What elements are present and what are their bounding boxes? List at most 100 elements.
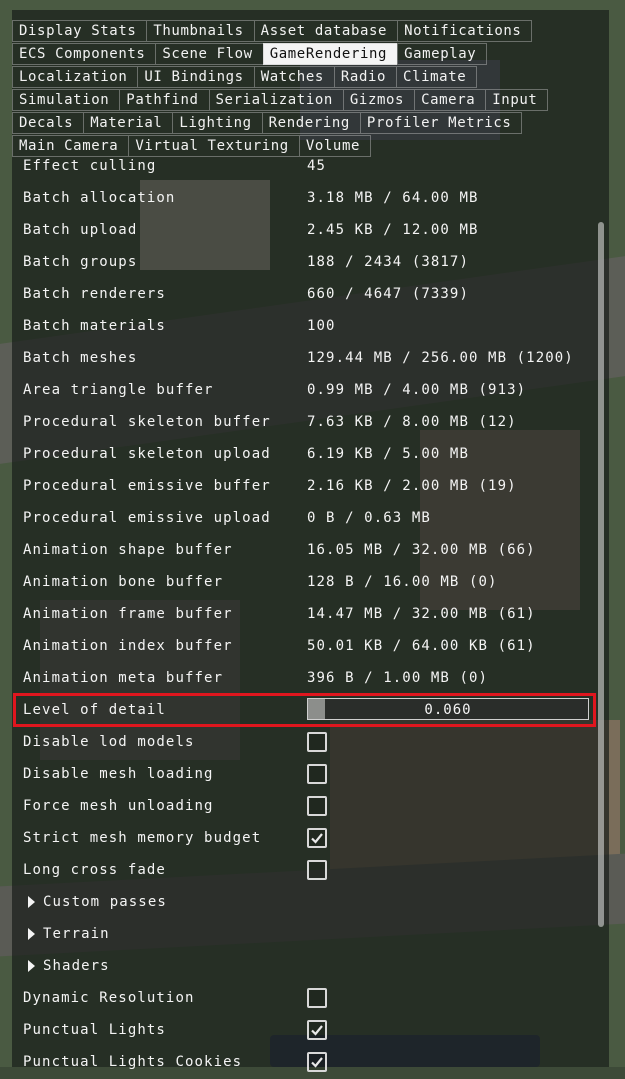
stat-label: Area triangle buffer (23, 382, 214, 398)
stat-value: 396 B / 1.00 MB (0) (307, 670, 489, 686)
tab-gizmos[interactable]: Gizmos (342, 89, 415, 111)
stat-row: Procedural skeleton upload 6.19 KB / 5.00… (12, 439, 595, 471)
dynamic-resolution-checkbox[interactable] (307, 988, 327, 1008)
chevron-right-icon (28, 896, 35, 908)
punctual-lights-cookies-checkbox[interactable] (307, 1052, 327, 1072)
stat-label: Animation bone buffer (23, 574, 224, 590)
tab-rendering[interactable]: Rendering (261, 112, 360, 134)
tab-material[interactable]: Material (83, 112, 173, 134)
stat-row: Batch meshes 129.44 MB / 256.00 MB (1200) (12, 343, 595, 375)
tab-thumbnails[interactable]: Thumbnails (146, 20, 254, 42)
stat-label: Animation frame buffer (23, 606, 233, 622)
stat-row: Batch allocation 3.18 MB / 64.00 MB (12, 183, 595, 215)
chevron-right-icon (28, 928, 35, 940)
tab-camera[interactable]: Camera (414, 89, 486, 111)
force-mesh-unloading-checkbox[interactable] (307, 796, 327, 816)
tab-localization[interactable]: Localization (12, 66, 138, 88)
stat-value: 0.99 MB / 4.00 MB (913) (307, 382, 527, 398)
stat-label: Procedural emissive buffer (23, 478, 271, 494)
foldout-custom-passes[interactable]: Custom passes (12, 887, 595, 919)
tab-pathfind[interactable]: Pathfind (119, 89, 209, 111)
lod-label: Level of detail (23, 702, 166, 718)
toggle-row-long-cross-fade: Long cross fade (12, 855, 595, 887)
stat-row: Batch groups 188 / 2434 (3817) (12, 247, 595, 279)
strict-mesh-memory-budget-checkbox[interactable] (307, 828, 327, 848)
stat-label: Batch groups (23, 254, 138, 270)
toggle-label: Long cross fade (23, 862, 166, 878)
tab-gameplay[interactable]: Gameplay (397, 43, 488, 65)
disable-mesh-loading-checkbox[interactable] (307, 764, 327, 784)
toggle-label: Punctual Lights (23, 1022, 166, 1038)
punctual-lights-checkbox[interactable] (307, 1020, 327, 1040)
long-cross-fade-checkbox[interactable] (307, 860, 327, 880)
foldout-label: Terrain (43, 926, 110, 942)
tab-notifications[interactable]: Notifications (397, 20, 533, 42)
toggle-row-strict-mesh-memory-budget: Strict mesh memory budget (12, 823, 595, 855)
stat-row: Animation shape buffer 16.05 MB / 32.00 M… (12, 535, 595, 567)
toggle-row-disable-mesh-loading: Disable mesh loading (12, 759, 595, 791)
stat-value: 660 / 4647 (7339) (307, 286, 469, 302)
stat-label: Batch materials (23, 318, 166, 334)
stat-value: 16.05 MB / 32.00 MB (66) (307, 542, 536, 558)
toggle-label: Disable lod models (23, 734, 195, 750)
tab-lighting[interactable]: Lighting (172, 112, 262, 134)
game-rendering-content: Effect culling 45 Batch allocation 3.18 MB … (12, 151, 596, 1079)
stat-row: Batch materials 100 (12, 311, 595, 343)
tab-serialization[interactable]: Serialization (208, 89, 343, 111)
stat-value: 50.01 KB / 64.00 KB (61) (307, 638, 536, 654)
foldout-label: Shaders (43, 958, 110, 974)
toggle-row-disable-lod-models: Disable lod models (12, 727, 595, 759)
stat-label: Effect culling (23, 158, 157, 174)
stat-row: Animation index buffer 50.01 KB / 64.00 K… (12, 631, 595, 663)
stat-value: 6.19 KB / 5.00 MB (307, 446, 469, 462)
stat-value: 128 B / 16.00 MB (0) (307, 574, 498, 590)
stat-value: 2.45 KB / 12.00 MB (307, 222, 479, 238)
stat-row: Animation meta buffer 396 B / 1.00 MB (0) (12, 663, 595, 695)
stat-row: Batch upload 2.45 KB / 12.00 MB (12, 215, 595, 247)
tab-row: Localization UI Bindings Watches Radio Clima… (12, 66, 609, 88)
toggle-label: Dynamic Resolution (23, 990, 195, 1006)
stat-label: Procedural skeleton upload (23, 446, 271, 462)
stat-value: 7.63 KB / 8.00 MB (12) (307, 414, 517, 430)
scrollbar[interactable] (598, 222, 604, 927)
tab-decals[interactable]: Decals (12, 112, 84, 134)
tab-scene-flow[interactable]: Scene Flow (155, 43, 263, 65)
tab-row: Simulation Pathfind Serialization Gizmos Cam… (12, 89, 609, 111)
stat-row: Animation bone buffer 128 B / 16.00 MB (0… (12, 567, 595, 599)
tab-climate[interactable]: Climate (396, 66, 478, 88)
stat-value: 3.18 MB / 64.00 MB (307, 190, 479, 206)
stat-value: 2.16 KB / 2.00 MB (19) (307, 478, 517, 494)
toggle-label: Punctual Lights Cookies (23, 1054, 243, 1070)
tab-bar: Display Stats Thumbnails Asset database Not… (12, 20, 609, 158)
stat-label: Batch renderers (23, 286, 166, 302)
stat-label: Procedural skeleton buffer (23, 414, 271, 430)
toggle-row-punctual-lights: Punctual Lights (12, 1015, 595, 1047)
tab-input[interactable]: Input (485, 89, 549, 111)
stat-label: Batch upload (23, 222, 138, 238)
tab-asset-database[interactable]: Asset database (253, 20, 398, 42)
tab-row: Decals Material Lighting Rendering Profiler … (12, 112, 609, 134)
lod-row: Level of detail 0.060 (12, 693, 596, 727)
tab-watches[interactable]: Watches (253, 66, 334, 88)
stat-value: 188 / 2434 (3817) (307, 254, 469, 270)
foldout-terrain[interactable]: Terrain (12, 919, 595, 951)
tab-gamerendering[interactable]: GameRendering (262, 43, 398, 65)
lod-slider[interactable]: 0.060 (307, 698, 589, 720)
disable-lod-models-checkbox[interactable] (307, 732, 327, 752)
tab-ui-bindings[interactable]: UI Bindings (137, 66, 254, 88)
stat-row: Batch renderers 660 / 4647 (7339) (12, 279, 595, 311)
tab-profiler-metrics[interactable]: Profiler Metrics (359, 112, 523, 134)
tab-ecs-components[interactable]: ECS Components (12, 43, 156, 65)
stat-label: Batch allocation (23, 190, 176, 206)
tab-simulation[interactable]: Simulation (12, 89, 120, 111)
stat-label: Animation index buffer (23, 638, 233, 654)
foldout-shaders[interactable]: Shaders (12, 951, 595, 983)
tab-radio[interactable]: Radio (333, 66, 397, 88)
foldout-label: Custom passes (43, 894, 167, 910)
stat-value: 0 B / 0.63 MB (307, 510, 431, 526)
stat-value: 14.47 MB / 32.00 MB (61) (307, 606, 536, 622)
stat-row: Procedural emissive buffer 2.16 KB / 2.00… (12, 471, 595, 503)
toggle-label: Strict mesh memory budget (23, 830, 262, 846)
tab-display-stats[interactable]: Display Stats (12, 20, 147, 42)
stat-row: Animation frame buffer 14.47 MB / 32.00 M… (12, 599, 595, 631)
